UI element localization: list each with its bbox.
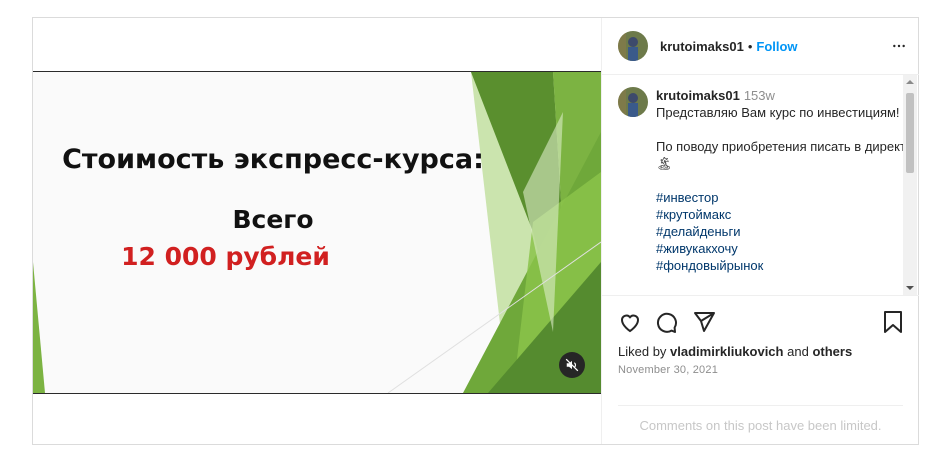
comments-limited-notice: Comments on this post have been limited. <box>639 418 882 433</box>
media-panel: Стоимость экспресс-курса: Всего 12 000 р… <box>33 18 601 444</box>
slide-price: 12 000 рублей <box>121 242 330 271</box>
hashtag-link[interactable]: #живукакхочу <box>656 240 916 257</box>
like-button[interactable] <box>618 310 642 339</box>
caption-line-2: По поводу приобретения писать в директ 🏝 <box>656 139 906 171</box>
separator-dot: • <box>747 38 753 54</box>
mute-button[interactable] <box>559 352 585 378</box>
caption-username[interactable]: krutoimaks01 <box>656 88 740 103</box>
hashtag-link[interactable]: #делайденьги <box>656 223 916 240</box>
speaker-muted-icon <box>565 358 579 372</box>
slide-title: Стоимость экспресс-курса: <box>62 144 484 175</box>
hashtag-link[interactable]: #инвестор <box>656 189 916 206</box>
avatar[interactable] <box>618 31 648 61</box>
post-header: krutoimaks01 • Follow <box>602 18 919 75</box>
liked-and-text: and <box>787 344 809 359</box>
post-sidebar: krutoimaks01 • Follow krutoimaks01 153w … <box>601 18 919 444</box>
post-actions: Liked by vladimirkliukovich and others N… <box>602 295 919 406</box>
caption-line-1: Представляю Вам курс по инвестициям! <box>656 105 900 120</box>
liked-by-text: Liked by <box>618 344 667 359</box>
video-player[interactable]: Стоимость экспресс-курса: Всего 12 000 р… <box>33 71 601 394</box>
caption-time[interactable]: 153w <box>744 88 775 103</box>
more-horizontal-icon <box>893 44 905 48</box>
hashtag-link[interactable]: #фондовыйрынок <box>656 257 916 274</box>
post-card: Стоимость экспресс-курса: Всего 12 000 р… <box>32 17 919 445</box>
scroll-up-icon[interactable] <box>903 77 917 87</box>
liked-others-link[interactable]: others <box>812 344 852 359</box>
comments-area[interactable]: krutoimaks01 153w Представляю Вам курс по… <box>602 75 919 295</box>
caption-text: krutoimaks01 153w Представляю Вам курс по… <box>656 87 916 274</box>
caption-avatar[interactable] <box>618 87 648 117</box>
more-options-button[interactable] <box>891 38 907 59</box>
likes-summary: Liked by vladimirkliukovich and others <box>618 344 852 359</box>
comments-scrollbar[interactable] <box>903 75 917 295</box>
send-icon <box>694 312 715 332</box>
comment-button[interactable] <box>654 310 678 339</box>
liked-user-link[interactable]: vladimirkliukovich <box>670 344 783 359</box>
caption: krutoimaks01 153w Представляю Вам курс по… <box>618 87 916 274</box>
follow-button[interactable]: Follow <box>756 39 797 54</box>
comment-icon <box>657 312 677 333</box>
heart-icon <box>620 314 640 333</box>
hashtag-link[interactable]: #крутоймакс <box>656 206 916 223</box>
username-link[interactable]: krutoimaks01 <box>660 39 744 54</box>
post-date[interactable]: November 30, 2021 <box>618 364 718 376</box>
divider <box>618 405 903 406</box>
share-button[interactable] <box>692 310 716 339</box>
bookmark-icon <box>884 311 902 333</box>
scrollbar-thumb[interactable] <box>906 93 914 173</box>
slide-total-label: Всего <box>232 205 314 234</box>
scroll-down-icon[interactable] <box>903 283 917 293</box>
save-button[interactable] <box>882 310 904 339</box>
